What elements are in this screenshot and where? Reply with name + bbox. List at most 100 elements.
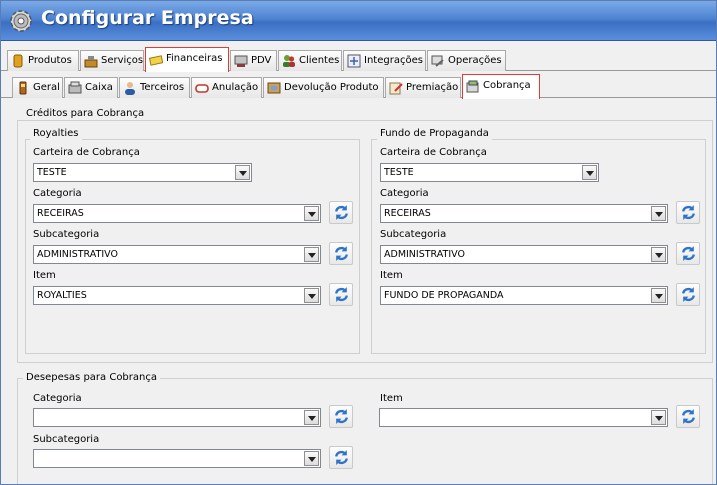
tab-label: Integrações (364, 55, 423, 66)
fundo-item-select[interactable]: FUNDO DE PROPAGANDA (380, 286, 668, 305)
tab-label: Caixa (85, 82, 113, 93)
fundo-carteira-select[interactable]: TESTE (380, 163, 599, 182)
royalties-subcategoria-refresh-button[interactable] (329, 242, 353, 265)
chevron-down-icon[interactable] (304, 206, 319, 221)
tab-label: Financeiras (166, 53, 223, 64)
despesas-subcategoria-select[interactable] (33, 449, 321, 468)
award-icon (389, 82, 403, 95)
tab-clientes[interactable]: Clientes (278, 50, 342, 71)
royalties-carteira-select[interactable]: TESTE (33, 163, 252, 182)
tab-produtos[interactable]: Produtos (7, 50, 79, 71)
royalties-group-title: Royalties (30, 128, 82, 140)
refresh-icon (682, 409, 695, 424)
despesas-item-select[interactable] (379, 408, 668, 427)
chevron-down-icon[interactable] (304, 410, 319, 425)
chevron-down-icon[interactable] (304, 451, 319, 466)
tab-geral[interactable]: Geral (12, 77, 63, 98)
fundo-categoria-label: Categoria (380, 188, 429, 199)
tab-pdv[interactable]: PDV (230, 50, 277, 71)
billing-icon (466, 80, 479, 93)
despesas-categoria-refresh-button[interactable] (329, 405, 353, 428)
products-icon (13, 54, 23, 68)
tab-servicos[interactable]: Serviços (80, 50, 144, 71)
despesas-subcategoria-refresh-button[interactable] (329, 446, 353, 469)
despesas-categoria-select[interactable] (33, 408, 321, 427)
chevron-down-icon[interactable] (651, 247, 666, 262)
fundo-categoria-value: RECEIRAS (384, 208, 431, 219)
despesas-subcategoria-label: Subcategoria (33, 434, 100, 445)
royalties-categoria-select[interactable]: RECEIRAS (33, 204, 321, 223)
tab-label: Operações (448, 55, 502, 66)
fundo-categoria-select[interactable]: RECEIRAS (380, 204, 668, 223)
main-tab-bar: Produtos Serviços Financeiras PDV Client… (1, 47, 716, 72)
gear-icon (10, 10, 32, 32)
royalties-categoria-value: RECEIRAS (37, 208, 84, 219)
window-title: Configurar Empresa (41, 7, 254, 29)
royalties-item-refresh-button[interactable] (329, 283, 353, 306)
chevron-down-icon[interactable] (651, 206, 666, 221)
chevron-down-icon[interactable] (651, 410, 666, 425)
general-icon (19, 81, 27, 95)
operations-icon (431, 55, 444, 67)
refresh-icon (335, 409, 348, 424)
fundo-subcategoria-select[interactable]: ADMINISTRATIVO (380, 245, 668, 264)
tab-financeiras[interactable]: Financeiras (145, 47, 229, 72)
refresh-icon (335, 450, 348, 465)
customers-icon (283, 55, 295, 67)
royalties-carteira-label: Carteira de Cobrança (33, 147, 140, 158)
royalties-item-select[interactable]: ROYALTIES (33, 286, 321, 305)
refresh-icon (335, 287, 348, 302)
tab-premiacao[interactable]: Premiação (385, 77, 461, 98)
refresh-icon (335, 246, 348, 261)
sub-tab-bar: Geral Caixa Terceiros Anulação Devolução… (1, 74, 716, 99)
tab-label: Premiação (406, 82, 459, 93)
tab-devolucao-produto[interactable]: Devolução Produto (263, 77, 384, 98)
integrations-icon (347, 54, 361, 68)
tab-label: Devolução Produto (284, 82, 379, 93)
despesas-group-title: Desepesas para Cobrança (23, 372, 160, 384)
pdv-icon (234, 55, 248, 67)
cancel-icon (195, 84, 209, 93)
tab-terceiros[interactable]: Terceiros (119, 77, 190, 98)
return-icon (267, 82, 281, 94)
chevron-down-icon[interactable] (235, 165, 250, 180)
money-icon (149, 55, 163, 66)
despesas-item-label: Item (380, 393, 403, 404)
refresh-icon (682, 287, 695, 302)
chevron-down-icon[interactable] (582, 165, 597, 180)
creditos-group-title: Créditos para Cobrança (23, 108, 148, 120)
despesas-group (17, 378, 713, 484)
royalties-subcategoria-select[interactable]: ADMINISTRATIVO (33, 245, 321, 264)
fundo-carteira-value: TESTE (384, 167, 414, 178)
tab-label: Serviços (101, 55, 144, 66)
royalties-item-label: Item (33, 270, 56, 281)
chevron-down-icon[interactable] (304, 288, 319, 303)
fundo-propaganda-group-title: Fundo de Propaganda (377, 128, 492, 140)
chevron-down-icon[interactable] (304, 247, 319, 262)
royalties-carteira-value: TESTE (37, 167, 67, 178)
fundo-subcategoria-refresh-button[interactable] (676, 242, 700, 265)
tab-anulacao[interactable]: Anulação (191, 77, 262, 98)
services-icon (84, 56, 98, 68)
fundo-subcategoria-label: Subcategoria (380, 229, 447, 240)
tab-label: Cobrança (483, 80, 531, 91)
tab-label: Clientes (299, 55, 340, 66)
fundo-item-value: FUNDO DE PROPAGANDA (384, 290, 504, 301)
fundo-categoria-refresh-button[interactable] (676, 201, 700, 224)
fundo-item-label: Item (380, 270, 403, 281)
fundo-subcategoria-value: ADMINISTRATIVO (384, 249, 465, 260)
royalties-categoria-refresh-button[interactable] (329, 201, 353, 224)
tab-label: Terceiros (140, 82, 185, 93)
tab-operacoes[interactable]: Operações (427, 50, 506, 71)
tab-integracoes[interactable]: Integrações (343, 50, 426, 71)
chevron-down-icon[interactable] (651, 288, 666, 303)
fundo-carteira-label: Carteira de Cobrança (380, 147, 487, 158)
refresh-icon (682, 205, 695, 220)
refresh-icon (682, 246, 695, 261)
royalties-categoria-label: Categoria (33, 188, 82, 199)
tab-cobranca[interactable]: Cobrança (462, 74, 540, 99)
tab-label: Produtos (28, 55, 72, 66)
fundo-item-refresh-button[interactable] (676, 283, 700, 306)
tab-caixa[interactable]: Caixa (64, 77, 118, 98)
despesas-item-refresh-button[interactable] (676, 405, 700, 428)
